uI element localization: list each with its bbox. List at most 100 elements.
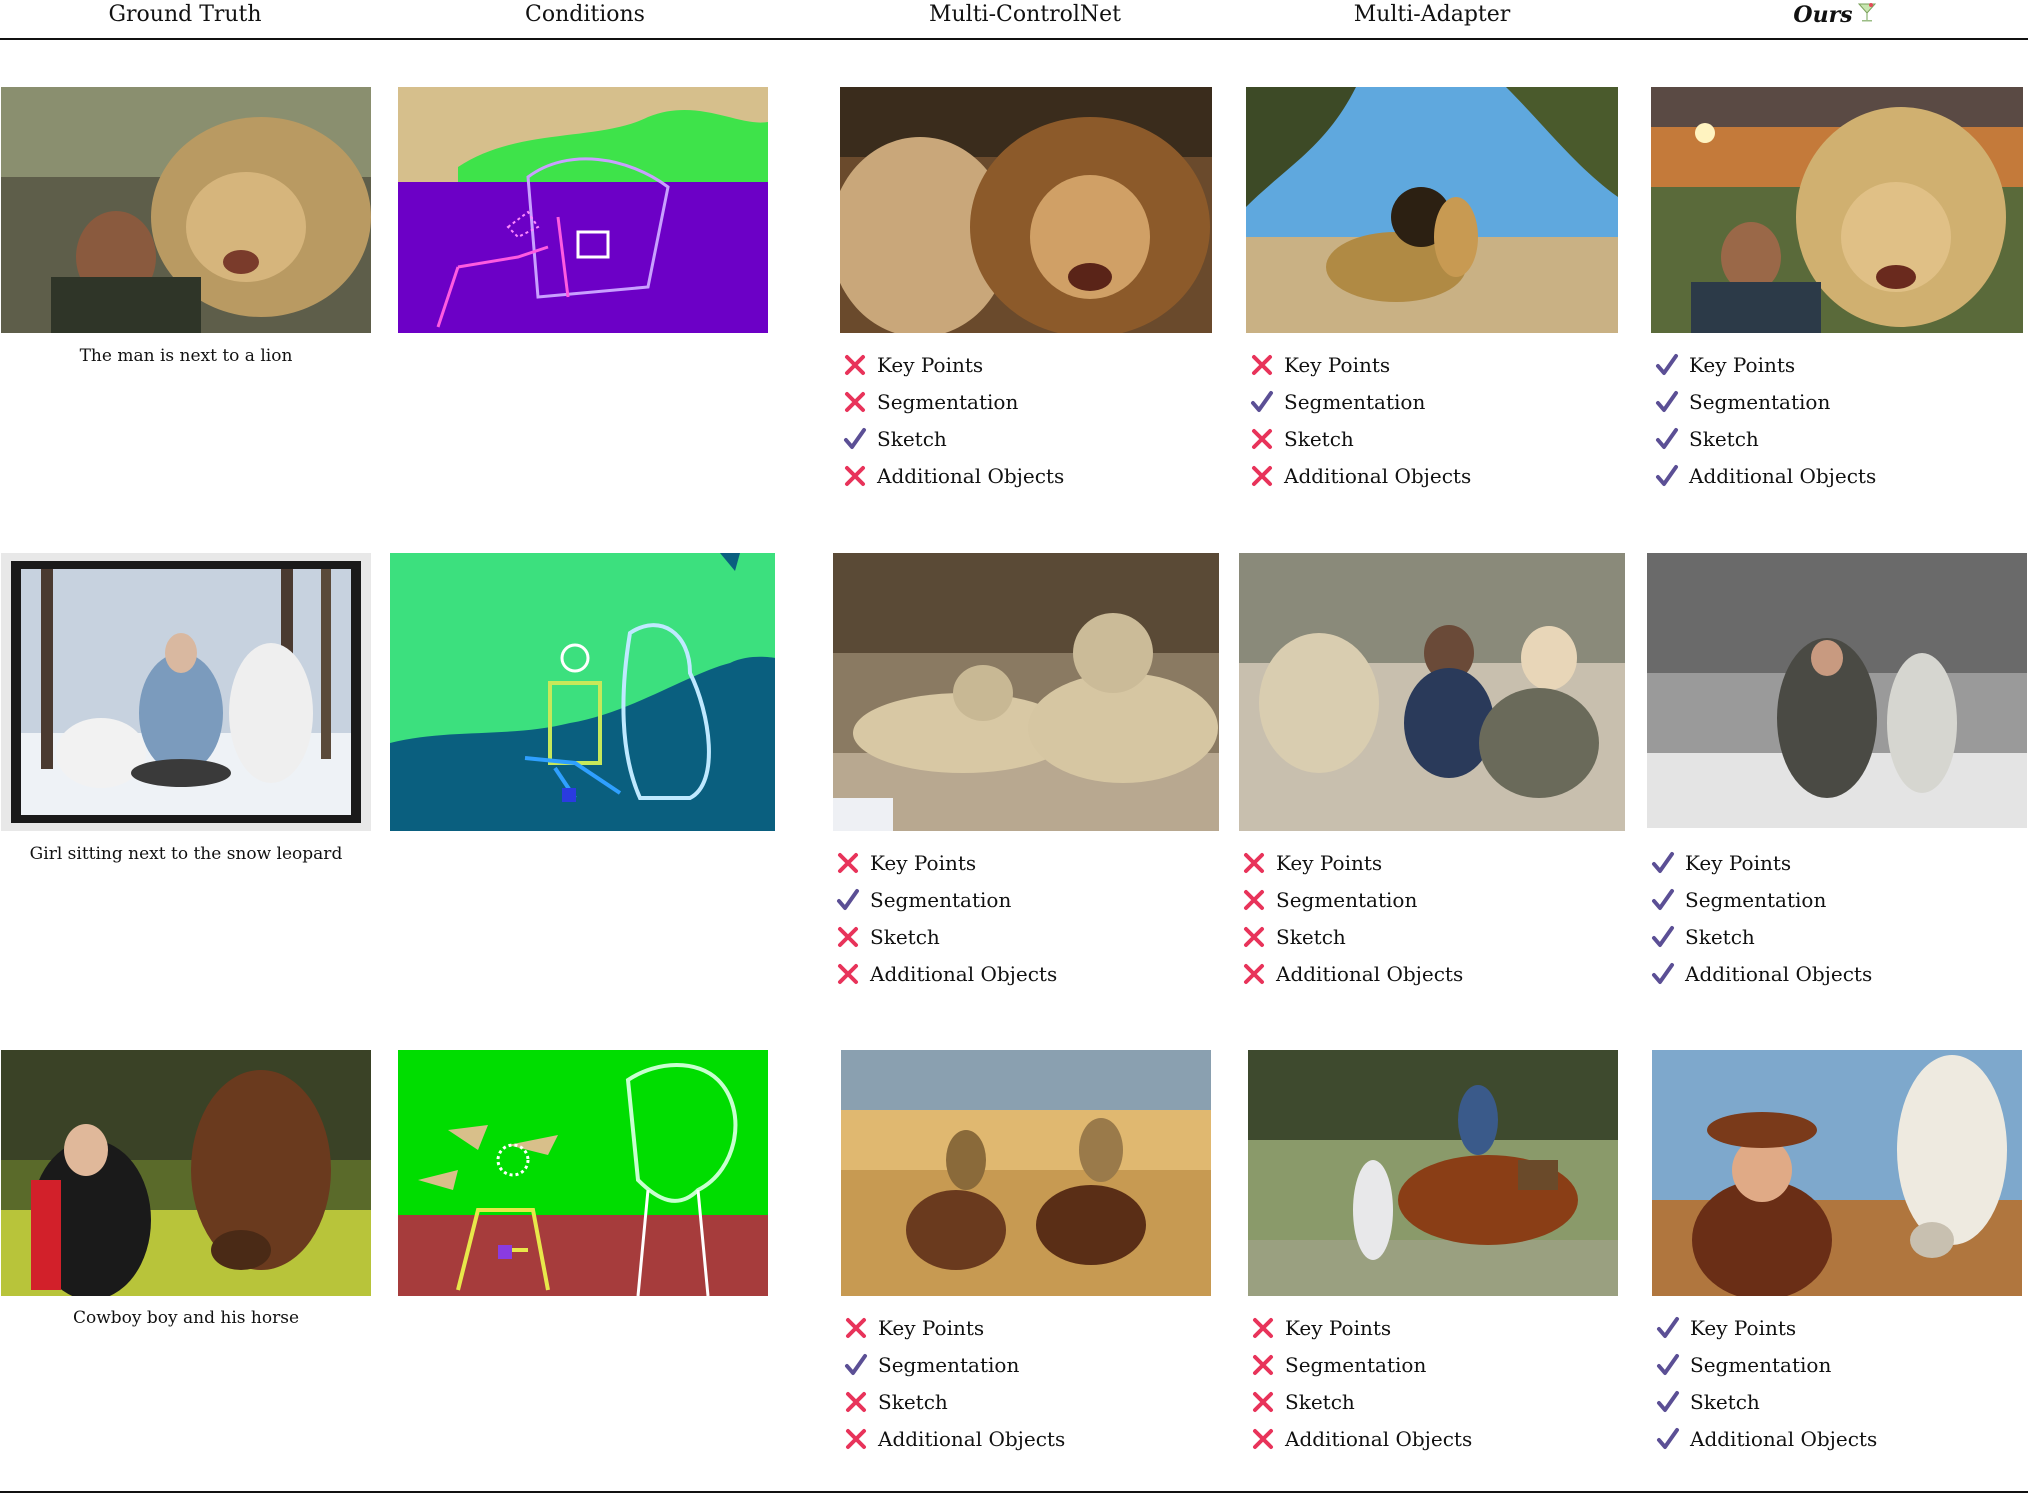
ground-truth-image	[1, 1050, 371, 1296]
check-icon	[1656, 1390, 1680, 1414]
criterion-key-points: Key Points	[1251, 1313, 1472, 1350]
checklist: Key Points Segmentation Sketch Additiona…	[836, 848, 1057, 996]
conditions-image	[390, 553, 775, 831]
multi-adapter-image	[1248, 1050, 1618, 1296]
check-icon	[836, 888, 860, 912]
checklist: Key Points Segmentation Sketch Additiona…	[1656, 1313, 1877, 1461]
cross-icon	[1242, 962, 1266, 986]
cross-icon	[844, 1427, 868, 1451]
column-header-multi-controlnet: Multi-ControlNet	[928, 2, 1122, 27]
criterion-sketch: Sketch	[1250, 424, 1471, 461]
criterion-segmentation: Segmentation	[1651, 885, 1872, 922]
multi-adapter-image	[1246, 87, 1618, 333]
criterion-key-points: Key Points	[1656, 1313, 1877, 1350]
bottom-rule	[0, 1491, 2028, 1493]
cross-icon	[1242, 888, 1266, 912]
criterion-segmentation: Segmentation	[1251, 1350, 1472, 1387]
cross-icon	[844, 1316, 868, 1340]
cross-icon	[1242, 925, 1266, 949]
criterion-additional-objects: Additional Objects	[1251, 1424, 1472, 1461]
check-icon	[1655, 464, 1679, 488]
criterion-sketch: Sketch	[1651, 922, 1872, 959]
cross-icon	[1250, 353, 1274, 377]
conditions-image	[398, 87, 768, 333]
criterion-additional-objects: Additional Objects	[843, 461, 1064, 498]
conditions-image	[398, 1050, 768, 1296]
check-icon	[1656, 1427, 1680, 1451]
criterion-segmentation: Segmentation	[1655, 387, 1876, 424]
check-icon	[844, 1353, 868, 1377]
ours-image	[1647, 553, 2027, 828]
criterion-additional-objects: Additional Objects	[1655, 461, 1876, 498]
column-header-conditions: Conditions	[525, 2, 645, 27]
cross-icon	[836, 851, 860, 875]
check-icon	[1651, 851, 1675, 875]
cocktail-icon	[1857, 1, 1877, 31]
criterion-segmentation: Segmentation	[843, 387, 1064, 424]
cross-icon	[1250, 464, 1274, 488]
multi-controlnet-image	[833, 553, 1219, 831]
ours-image	[1652, 1050, 2022, 1296]
cross-icon	[844, 1390, 868, 1414]
multi-controlnet-image	[841, 1050, 1211, 1296]
criterion-sketch: Sketch	[1242, 922, 1463, 959]
criterion-segmentation: Segmentation	[844, 1350, 1065, 1387]
header-rule	[0, 38, 2028, 40]
cross-icon	[1251, 1316, 1275, 1340]
column-header-ground-truth: Ground Truth	[108, 2, 262, 27]
checklist: Key Points Segmentation Sketch Additiona…	[1251, 1313, 1472, 1461]
cross-icon	[843, 464, 867, 488]
ours-label: Ours	[1793, 2, 1853, 28]
criterion-key-points: Key Points	[1651, 848, 1872, 885]
checklist: Key Points Segmentation Sketch Additiona…	[1242, 848, 1463, 996]
cross-icon	[836, 925, 860, 949]
criterion-sketch: Sketch	[1655, 424, 1876, 461]
criterion-additional-objects: Additional Objects	[1651, 959, 1872, 996]
row-2-caption: Girl sitting next to the snow leopard	[29, 844, 343, 864]
criterion-additional-objects: Additional Objects	[1242, 959, 1463, 996]
row-3-caption: Cowboy boy and his horse	[72, 1308, 300, 1328]
check-icon	[1655, 390, 1679, 414]
check-icon	[1651, 962, 1675, 986]
criterion-sketch: Sketch	[1656, 1387, 1877, 1424]
cross-icon	[1251, 1353, 1275, 1377]
check-icon	[1656, 1353, 1680, 1377]
checklist: Key Points Segmentation Sketch Additiona…	[1651, 848, 1872, 996]
criterion-segmentation: Segmentation	[1250, 387, 1471, 424]
check-icon	[1250, 390, 1274, 414]
criterion-key-points: Key Points	[843, 350, 1064, 387]
criterion-additional-objects: Additional Objects	[844, 1424, 1065, 1461]
cross-icon	[1251, 1427, 1275, 1451]
check-icon	[843, 427, 867, 451]
cross-icon	[1242, 851, 1266, 875]
cross-icon	[843, 353, 867, 377]
multi-controlnet-image	[840, 87, 1212, 333]
checklist: Key Points Segmentation Sketch Additiona…	[843, 350, 1064, 498]
criterion-sketch: Sketch	[843, 424, 1064, 461]
criterion-key-points: Key Points	[1250, 350, 1471, 387]
cross-icon	[843, 390, 867, 414]
multi-adapter-image	[1239, 553, 1625, 831]
ground-truth-image	[1, 87, 371, 333]
criterion-segmentation: Segmentation	[836, 885, 1057, 922]
check-icon	[1655, 427, 1679, 451]
criterion-additional-objects: Additional Objects	[1656, 1424, 1877, 1461]
criterion-sketch: Sketch	[1251, 1387, 1472, 1424]
figure-header: Ground Truth Conditions Multi-ControlNet…	[0, 0, 2028, 40]
ground-truth-image	[1, 553, 371, 831]
criterion-sketch: Sketch	[836, 922, 1057, 959]
check-icon	[1656, 1316, 1680, 1340]
criterion-segmentation: Segmentation	[1656, 1350, 1877, 1387]
criterion-additional-objects: Additional Objects	[1250, 461, 1471, 498]
row-1-caption: The man is next to a lion	[79, 346, 293, 366]
criterion-key-points: Key Points	[1242, 848, 1463, 885]
column-header-ours: Ours	[1710, 0, 1960, 30]
criterion-key-points: Key Points	[836, 848, 1057, 885]
check-icon	[1651, 925, 1675, 949]
criterion-sketch: Sketch	[844, 1387, 1065, 1424]
cross-icon	[1251, 1390, 1275, 1414]
checklist: Key Points Segmentation Sketch Additiona…	[844, 1313, 1065, 1461]
criterion-additional-objects: Additional Objects	[836, 959, 1057, 996]
cross-icon	[836, 962, 860, 986]
checklist: Key Points Segmentation Sketch Additiona…	[1655, 350, 1876, 498]
